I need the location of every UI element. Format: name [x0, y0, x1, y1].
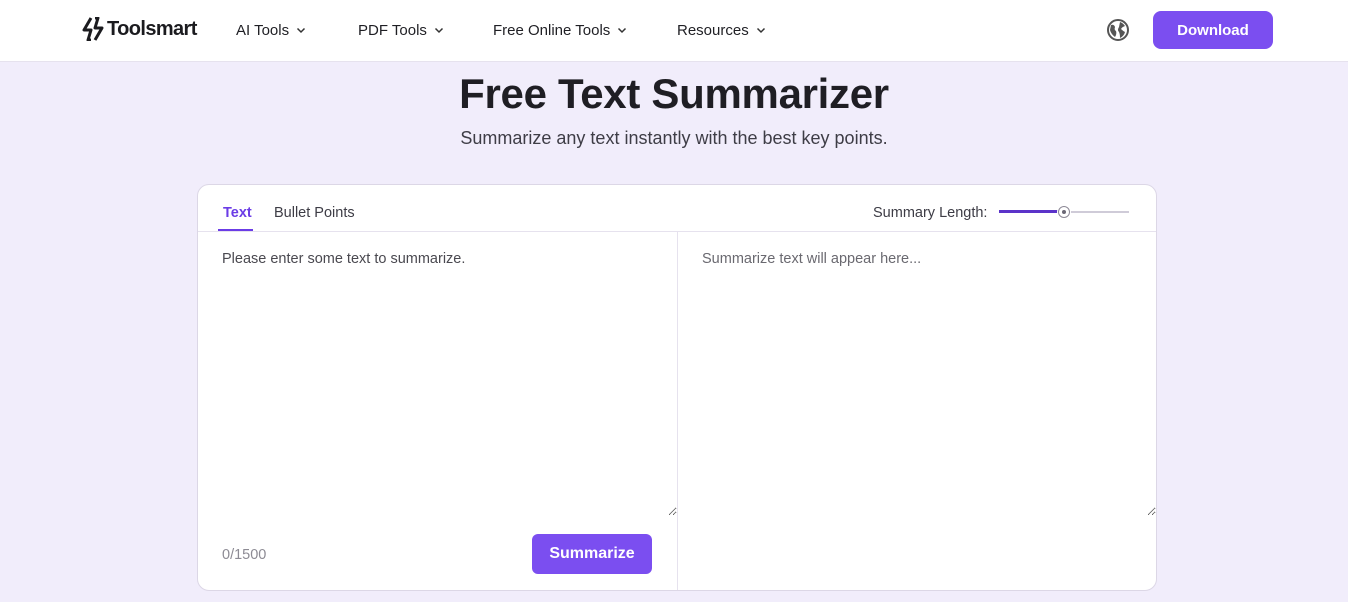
- toolsmart-logo[interactable]: Toolsmart: [82, 16, 197, 42]
- nav-label: Free Online Tools: [493, 21, 611, 39]
- chevron-down-icon: [434, 27, 443, 34]
- site-header: Toolsmart AI Tools PDF Tools Free Online…: [0, 0, 1348, 62]
- tab-bullet-points[interactable]: Bullet Points: [274, 205, 355, 221]
- logo-bolt-icon: [82, 17, 104, 41]
- summary-length-label: Summary Length:: [873, 205, 988, 221]
- nav-label: AI Tools: [236, 21, 290, 39]
- nav-label: PDF Tools: [358, 21, 427, 39]
- logo-text: Toolsmart: [107, 17, 197, 40]
- nav-free-online-tools[interactable]: Free Online Tools: [493, 19, 628, 41]
- summarize-button[interactable]: Summarize: [532, 534, 652, 574]
- slider-thumb[interactable]: [1058, 206, 1070, 218]
- nav-resources[interactable]: Resources: [677, 19, 767, 41]
- output-textarea[interactable]: [678, 233, 1156, 516]
- nav-ai-tools[interactable]: AI Tools: [236, 19, 307, 41]
- page-subtitle: Summarize any text instantly with the be…: [460, 128, 888, 148]
- nav-pdf-tools[interactable]: PDF Tools: [358, 19, 445, 41]
- summary-length-slider[interactable]: [999, 205, 1129, 219]
- summarizer-panel: Text Bullet Points Summary Length: 0/150…: [197, 184, 1157, 591]
- character-counter: 0/1500: [222, 547, 267, 563]
- tabs-bar: Text Bullet Points Summary Length:: [198, 185, 1156, 232]
- globe-icon[interactable]: [1106, 18, 1130, 42]
- tab-text[interactable]: Text: [223, 205, 252, 221]
- page-title: Free Text Summarizer: [459, 70, 889, 117]
- chevron-down-icon: [618, 27, 627, 34]
- download-button[interactable]: Download: [1153, 11, 1273, 49]
- slider-fill: [999, 210, 1064, 213]
- input-textarea[interactable]: [198, 233, 677, 516]
- chevron-down-icon: [297, 27, 306, 34]
- nav-label: Resources: [677, 21, 749, 39]
- active-tab-indicator: [218, 229, 253, 231]
- chevron-down-icon: [756, 27, 765, 34]
